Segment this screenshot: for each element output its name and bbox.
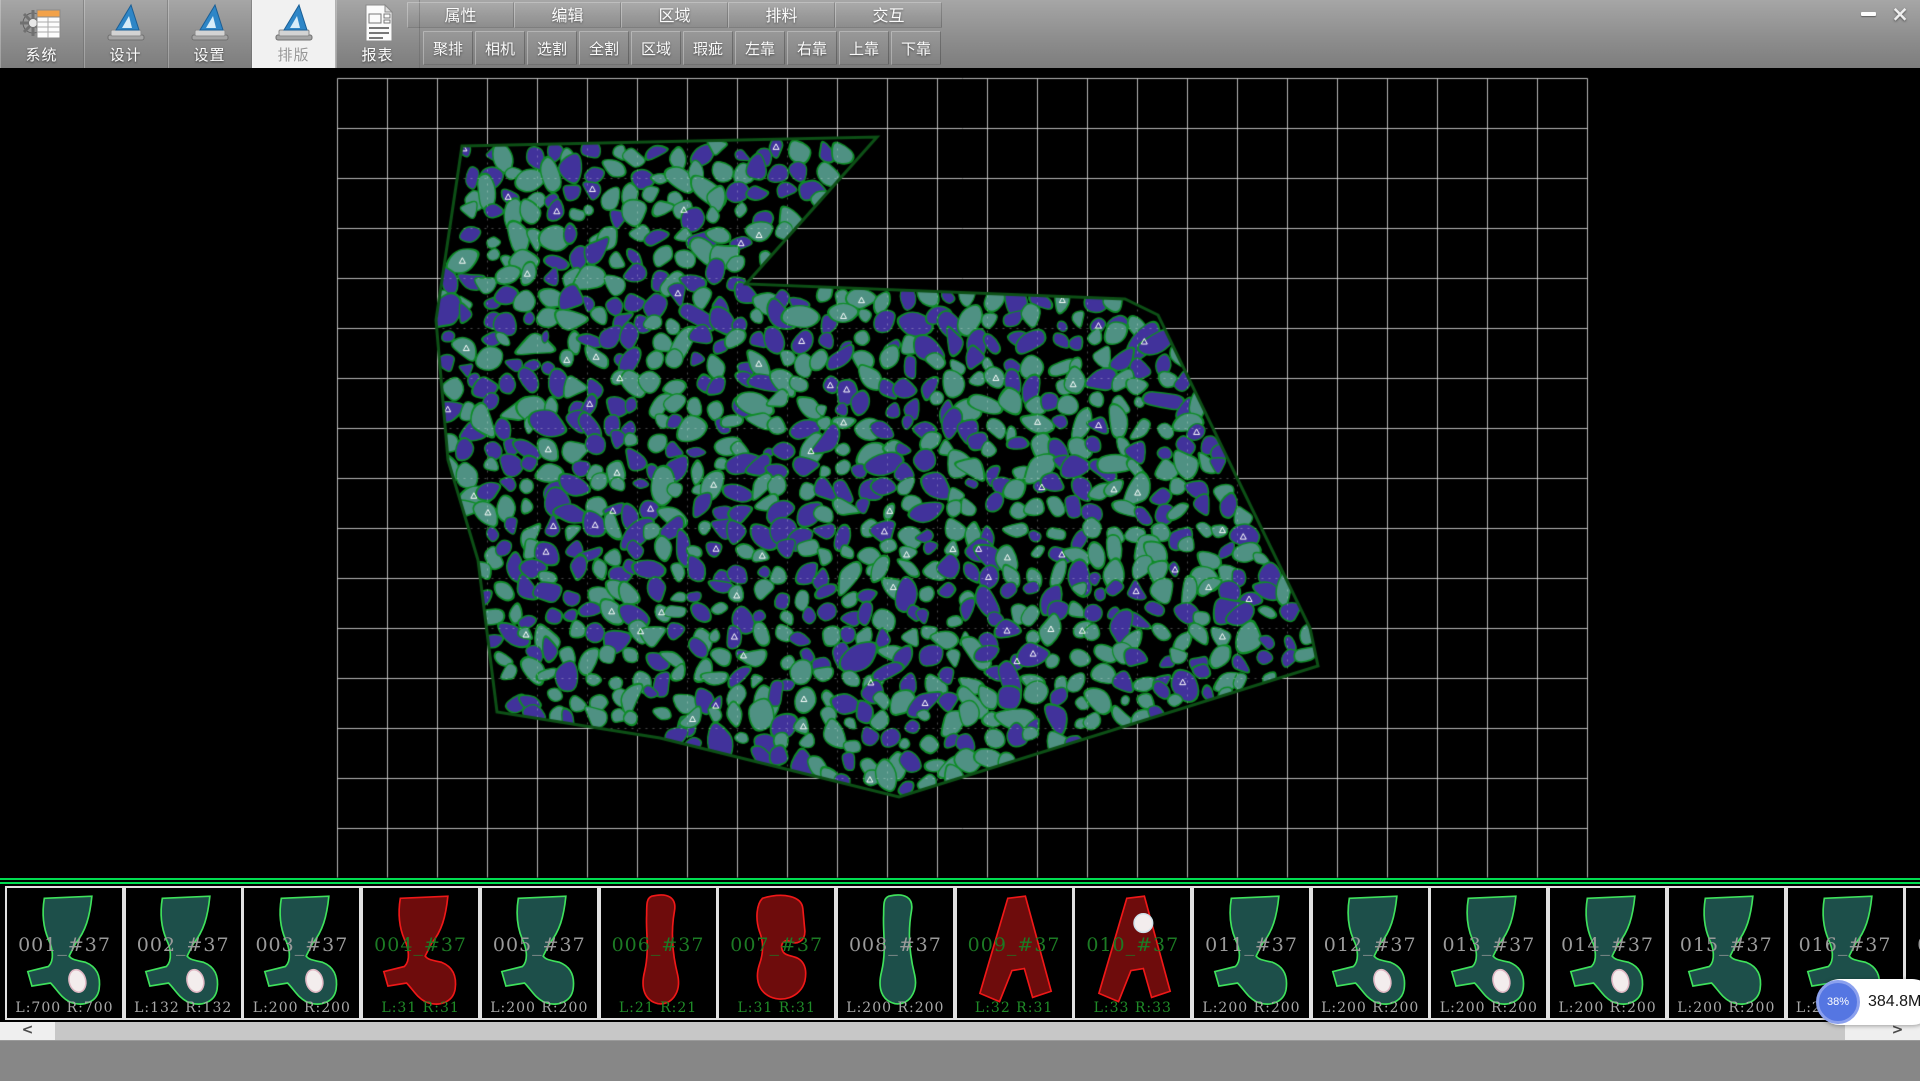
piece-lr-count: L:200 R:200 [1313,1000,1428,1016]
piece-thumbnail[interactable]: 010_#37 L:33 R:33 [1073,886,1192,1020]
piece-thumbnail[interactable]: 008_#37 L:200 R:200 [836,886,955,1020]
piece-label: 014_#37 [1550,934,1665,956]
piece-lr-count: L:31 R:31 [363,1000,478,1016]
piece-thumbnail[interactable]: 004_#37 L:31 R:31 [361,886,480,1020]
close-button[interactable]: × [1886,2,1914,26]
app-button-3[interactable]: 设置 [168,0,252,68]
piece-label: 008_#37 [838,934,953,956]
piece-thumbnail[interactable]: 012_#37 L:200 R:200 [1311,886,1430,1020]
piece-label: 011_#37 [1194,934,1309,956]
piece-lr-count: L:21 R:21 [601,1000,716,1016]
report-label: 报表 [336,44,419,65]
tool-button[interactable]: 瑕疵 [683,31,733,65]
piece-thumbnail[interactable]: 005_#37 L:200 R:200 [480,886,599,1020]
minimize-icon [1861,12,1876,16]
piece-lr-count: L:200 R:200 [1194,1000,1309,1016]
piece-thumbnail[interactable]: 009_#37 L:32 R:31 [955,886,1074,1020]
menu-item[interactable]: 编辑 [514,2,621,28]
piece-label: 006_#37 [601,934,716,956]
piece-label: 007_#37 [719,934,834,956]
menu-item[interactable]: 区域 [621,2,728,28]
piece-label: 013_#37 [1431,934,1546,956]
green-separator-line [0,882,1920,884]
piece-label: 010_#37 [1075,934,1190,956]
piece-label: 017_#37 [1906,934,1920,956]
nesting-label: 排版 [252,44,335,65]
piece-lr-count: L:33 R:33 [1075,1000,1190,1016]
tool-button[interactable]: 下靠 [891,31,941,65]
system-label: 系统 [0,44,83,65]
piece-label: 009_#37 [957,934,1072,956]
settings-label: 设置 [168,44,251,65]
piece-lr-count: L:700 R:700 [7,1000,122,1016]
piece-lr-count: L:200 R:200 [244,1000,359,1016]
piece-thumbnail[interactable]: 002_#37 L:132 R:132 [124,886,243,1020]
piece-lr-count: L:200 R:200 [1431,1000,1546,1016]
piece-label: 001_#37 [7,934,122,956]
close-icon: × [1891,4,1909,24]
piece-thumbnail[interactable]: 015_#37 L:200 R:200 [1667,886,1786,1020]
piece-label: 015_#37 [1669,934,1784,956]
menu-bar: 属性编辑区域排料交互 [407,2,942,28]
green-separator-line [0,878,1920,880]
tool-button[interactable]: 选割 [527,31,577,65]
memory-label: 384.8M [1868,993,1920,1011]
piece-lr-count: L:200 R:200 [838,1000,953,1016]
piece-lr-count: L:200 R:200 [482,1000,597,1016]
piece-thumbnail-strip: 001_#37 L:700 R:700 002_#37 L:132 R:132 … [0,878,1920,1022]
scroll-left-button[interactable]: < [0,1022,55,1040]
piece-label: 003_#37 [244,934,359,956]
piece-label: 002_#37 [126,934,241,956]
piece-label: 004_#37 [363,934,478,956]
system-icon [20,3,64,45]
progress-circle-icon: 38% [1816,980,1860,1024]
piece-thumbnail[interactable]: 006_#37 L:21 R:21 [599,886,718,1020]
menu-item[interactable]: 排料 [728,2,835,28]
piece-lr-count: L:200 R:200 [1550,1000,1665,1016]
piece-thumbnail[interactable]: 014_#37 L:200 R:200 [1548,886,1667,1020]
tool-button[interactable]: 聚排 [423,31,473,65]
piece-lr-count: L:31 R:31 [719,1000,834,1016]
settings-icon [189,3,231,43]
tool-button[interactable]: 区域 [631,31,681,65]
tool-button[interactable]: 全割 [579,31,629,65]
tool-button[interactable]: 右靠 [787,31,837,65]
piece-label: 016_#37 [1788,934,1903,956]
piece-lr-count: L:132 R:132 [126,1000,241,1016]
tool-bar: 聚排相机选割全割区域瑕疵左靠右靠上靠下靠 [423,31,941,65]
piece-lr-count: L:200 R:200 [1669,1000,1784,1016]
memory-badge[interactable]: 38% 384.8M [1817,979,1920,1025]
ribbon-toolbar: 系统 设计 设置 排版 报表 属性编辑区域排料交互 聚排相机选割全割区域瑕疵左靠… [0,0,1920,68]
app-button-2[interactable]: 设计 [84,0,168,68]
menu-item[interactable]: 交互 [835,2,942,28]
scrollbar-thumb[interactable] [55,1022,1845,1040]
minimize-button[interactable] [1854,2,1882,26]
piece-label: 012_#37 [1313,934,1428,956]
piece-thumbnail[interactable]: 001_#37 L:700 R:700 [5,886,124,1020]
menu-item[interactable]: 属性 [407,2,514,28]
design-label: 设计 [84,44,167,65]
nesting-icon [273,3,315,43]
piece-label: 005_#37 [482,934,597,956]
piece-thumbnail[interactable]: 011_#37 L:200 R:200 [1192,886,1311,1020]
nesting-workspace-canvas[interactable] [0,68,1920,878]
piece-thumbnail[interactable]: 003_#37 L:200 R:200 [242,886,361,1020]
app-mode-buttons: 系统 设计 设置 排版 报表 [0,0,420,68]
piece-thumbnail[interactable]: 013_#37 L:200 R:200 [1429,886,1548,1020]
report-icon [357,3,399,43]
app-button-1[interactable]: 系统 [0,0,84,68]
tool-button[interactable]: 上靠 [839,31,889,65]
piece-thumbnail[interactable]: 007_#37 L:31 R:31 [717,886,836,1020]
progress-percent: 38% [1827,996,1849,1008]
thumbnail-scrollbar[interactable]: < > [0,1022,1920,1040]
piece-lr-count: L:32 R:31 [957,1000,1072,1016]
design-icon [105,3,147,43]
window-controls: × [1854,2,1914,26]
tool-button[interactable]: 相机 [475,31,525,65]
tool-button[interactable]: 左靠 [735,31,785,65]
app-button-4[interactable]: 排版 [252,0,336,68]
status-bar [0,1040,1920,1081]
